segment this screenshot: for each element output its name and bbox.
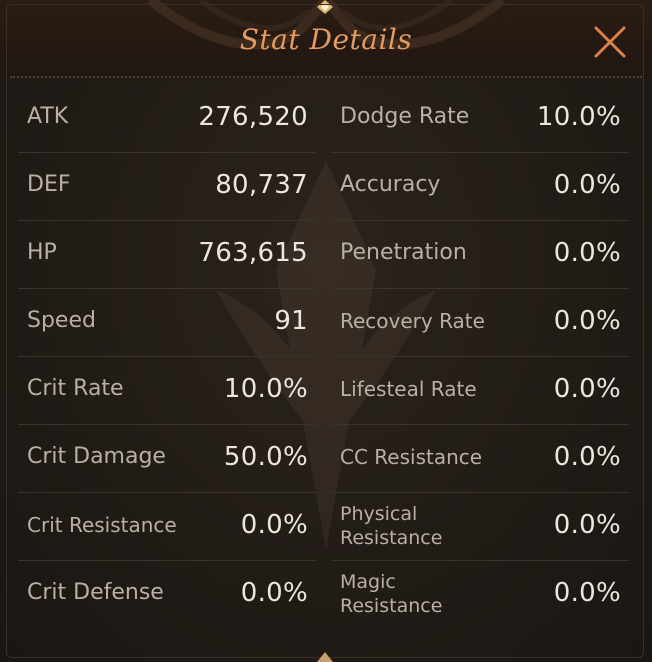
stat-row-magic-resistance: Magic Resistance 0.0%: [331, 562, 629, 629]
stat-label: Accuracy: [340, 172, 441, 197]
stat-value: 50.0%: [223, 442, 308, 472]
diamond-ornament-icon: [317, 652, 333, 662]
stat-row-def: DEF 80,737: [18, 154, 316, 221]
stat-label-line2: Resistance: [340, 527, 443, 549]
stat-label: Crit Resistance: [27, 513, 177, 537]
stat-value: 10.0%: [223, 374, 308, 404]
stat-value: 0.0%: [240, 578, 308, 608]
stat-row-speed: Speed 91: [18, 290, 316, 357]
stat-value: 0.0%: [553, 374, 621, 404]
stat-value: 0.0%: [553, 238, 621, 268]
stat-value: 0.0%: [240, 510, 308, 540]
stat-row-physical-resistance: Physical Resistance 0.0%: [331, 494, 629, 561]
stat-row-crit-defense: Crit Defense 0.0%: [18, 562, 316, 629]
stat-value: 763,615: [198, 238, 308, 268]
stat-value: 0.0%: [553, 306, 621, 336]
stat-value: 80,737: [215, 170, 308, 200]
stat-value: 276,520: [198, 102, 308, 132]
stat-row-atk: ATK 276,520: [18, 86, 316, 153]
stat-row-hp: HP 763,615: [18, 222, 316, 289]
stat-value: 91: [274, 306, 308, 336]
stat-value: 0.0%: [553, 170, 621, 200]
stat-label: Magic Resistance: [340, 570, 442, 618]
stat-row-cc-resistance: CC Resistance 0.0%: [331, 426, 629, 493]
stat-value: 0.0%: [553, 578, 621, 608]
stat-label: Speed: [27, 308, 96, 333]
stat-value: 10.0%: [536, 102, 621, 132]
stat-row-lifesteal-rate: Lifesteal Rate 0.0%: [331, 358, 629, 425]
stat-label: Penetration: [340, 240, 467, 265]
stat-label: DEF: [27, 172, 71, 197]
stat-label: Physical Resistance: [340, 502, 442, 550]
stat-details-dialog: Stat Details ATK 276,520 DEF 80,737 HP 7…: [0, 0, 652, 662]
stat-row-crit-rate: Crit Rate 10.0%: [18, 358, 316, 425]
stat-label: Crit Damage: [27, 444, 166, 469]
stat-row-accuracy: Accuracy 0.0%: [331, 154, 629, 221]
stat-label-line1: Physical: [340, 503, 418, 525]
stat-value: 0.0%: [553, 442, 621, 472]
stat-row-dodge-rate: Dodge Rate 10.0%: [331, 86, 629, 153]
stat-label: Dodge Rate: [340, 104, 470, 129]
stat-label-line2: Resistance: [340, 595, 443, 617]
stat-value: 0.0%: [553, 510, 621, 540]
stat-label: Lifesteal Rate: [340, 377, 477, 401]
stat-row-penetration: Penetration 0.0%: [331, 222, 629, 289]
stat-label: ATK: [27, 104, 69, 129]
stat-label: Crit Defense: [27, 580, 164, 605]
stat-label: Recovery Rate: [340, 309, 485, 333]
stat-label: CC Resistance: [340, 445, 483, 469]
stat-label-line1: Magic: [340, 571, 396, 593]
stat-row-recovery-rate: Recovery Rate 0.0%: [331, 290, 629, 357]
stat-row-crit-resistance: Crit Resistance 0.0%: [18, 494, 316, 561]
stat-label: Crit Rate: [27, 376, 124, 401]
stat-row-crit-damage: Crit Damage 50.0%: [18, 426, 316, 493]
stat-label: HP: [27, 240, 57, 265]
